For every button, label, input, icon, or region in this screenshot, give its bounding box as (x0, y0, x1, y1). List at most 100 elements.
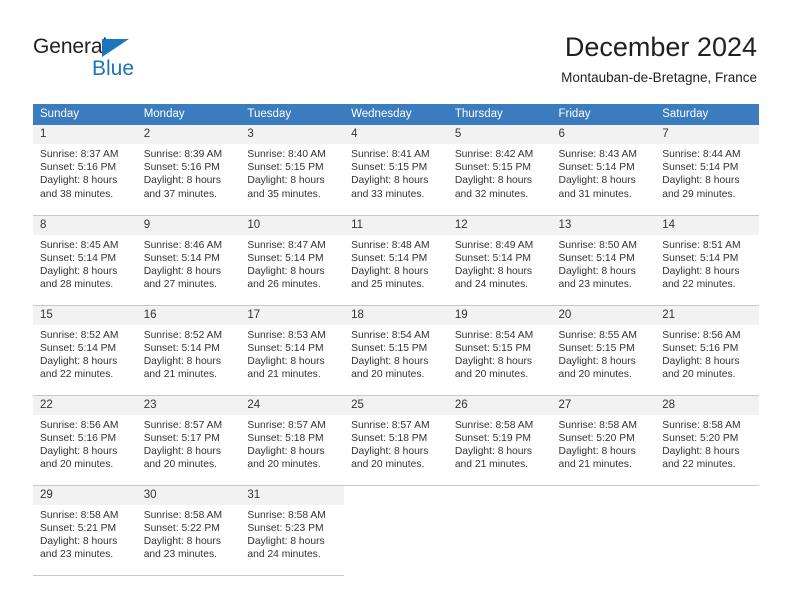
daylight-text-line2: and 24 minutes. (454, 279, 529, 291)
calendar-day-cell[interactable]: 2 Sunrise: 8:39 AM Sunset: 5:16 PM Daylight… (136, 125, 241, 216)
daylight-text-line2: and 37 minutes. (143, 188, 217, 200)
day-number: 9 (136, 215, 241, 235)
day-number: 1 (33, 125, 137, 144)
day-number: 24 (240, 395, 345, 415)
day-number: 27 (551, 395, 656, 415)
calendar-day-cell[interactable]: 8 Sunrise: 8:45 AM Sunset: 5:14 PM Daylight… (33, 215, 137, 306)
daylight-text-line2: and 20 minutes. (351, 459, 425, 471)
daylight-text-line2: and 31 minutes. (558, 188, 632, 200)
daylight-text-line2: and 38 minutes. (40, 188, 114, 200)
sunset-text: Sunset: 5:14 PM (662, 252, 739, 264)
daylight-text-line1: Daylight: 8 hours (40, 175, 118, 187)
sunrise-text: Sunrise: 8:57 AM (247, 419, 326, 431)
daylight-text-line1: Daylight: 8 hours (454, 445, 533, 457)
daylight-text-line1: Daylight: 8 hours (351, 445, 429, 457)
daylight-text-line1: Daylight: 8 hours (558, 355, 636, 367)
calendar-day-cell[interactable]: 20 Sunrise: 8:55 AM Sunset: 5:15 PM Dayligh… (551, 305, 656, 396)
daylight-text-line1: Daylight: 8 hours (247, 445, 325, 457)
calendar-day-cell[interactable]: 19 Sunrise: 8:54 AM Sunset: 5:15 PM Dayligh… (447, 305, 552, 396)
day-number: 20 (551, 305, 656, 325)
calendar-empty-cell (344, 485, 448, 575)
calendar-day-cell[interactable]: 16 Sunrise: 8:52 AM Sunset: 5:14 PM Dayligh… (136, 305, 241, 396)
calendar-day-cell[interactable]: 6 Sunrise: 8:43 AM Sunset: 5:14 PM Daylight… (551, 125, 656, 216)
sunset-text: Sunset: 5:21 PM (40, 522, 117, 534)
calendar-header-row: Sunday Monday Tuesday Wednesday Thursday… (33, 104, 759, 125)
sunrise-text: Sunrise: 8:58 AM (558, 419, 637, 431)
sunset-text: Sunset: 5:17 PM (143, 432, 220, 444)
sunset-text: Sunset: 5:20 PM (558, 432, 635, 444)
calendar-day-cell[interactable]: 12 Sunrise: 8:49 AM Sunset: 5:14 PM Dayligh… (447, 215, 552, 306)
day-info (344, 505, 448, 509)
weekday-header-wednesday: Wednesday (344, 104, 448, 125)
day-number: 31 (240, 485, 345, 505)
calendar-day-cell[interactable]: 22 Sunrise: 8:56 AM Sunset: 5:16 PM Dayligh… (33, 395, 137, 486)
calendar-page: General Blue December 2024 Montauban-de-… (0, 0, 792, 612)
day-number (344, 486, 448, 505)
calendar-day-cell[interactable]: 29 Sunrise: 8:58 AM Sunset: 5:21 PM Dayligh… (33, 485, 137, 576)
day-info: Sunrise: 8:58 AM Sunset: 5:19 PM Daylight:… (448, 415, 552, 472)
calendar-day-cell[interactable]: 5 Sunrise: 8:42 AM Sunset: 5:15 PM Daylight… (447, 125, 552, 216)
day-info (655, 505, 759, 509)
sunrise-text: Sunrise: 8:48 AM (351, 239, 430, 251)
calendar-day-cell[interactable]: 26 Sunrise: 8:58 AM Sunset: 5:19 PM Dayligh… (447, 395, 552, 486)
calendar-empty-cell (448, 485, 552, 575)
calendar-day-cell[interactable]: 10 Sunrise: 8:47 AM Sunset: 5:14 PM Dayligh… (240, 215, 345, 306)
daylight-text-line2: and 21 minutes. (143, 369, 217, 381)
day-info: Sunrise: 8:46 AM Sunset: 5:14 PM Daylight:… (137, 235, 241, 292)
day-number: 18 (344, 305, 448, 325)
sunset-text: Sunset: 5:14 PM (558, 252, 635, 264)
calendar-day-cell[interactable]: 13 Sunrise: 8:50 AM Sunset: 5:14 PM Dayligh… (551, 215, 656, 306)
brand-logo[interactable]: General Blue (33, 34, 163, 82)
calendar-day-cell[interactable]: 7 Sunrise: 8:44 AM Sunset: 5:14 PM Daylight… (655, 125, 759, 216)
calendar-day-cell[interactable]: 1 Sunrise: 8:37 AM Sunset: 5:16 PM Daylight… (33, 125, 137, 216)
daylight-text-line1: Daylight: 8 hours (351, 265, 429, 277)
calendar-day-cell[interactable]: 9 Sunrise: 8:46 AM Sunset: 5:14 PM Daylight… (136, 215, 241, 306)
day-info: Sunrise: 8:44 AM Sunset: 5:14 PM Daylight:… (655, 144, 759, 201)
day-number: 23 (136, 395, 241, 415)
day-number (655, 486, 759, 505)
calendar-empty-cell (552, 485, 656, 575)
day-info: Sunrise: 8:53 AM Sunset: 5:14 PM Daylight:… (240, 325, 344, 382)
sunset-text: Sunset: 5:14 PM (351, 252, 428, 264)
sunrise-text: Sunrise: 8:50 AM (558, 239, 637, 251)
calendar-empty-cell (655, 485, 759, 575)
calendar-day-cell[interactable]: 3 Sunrise: 8:40 AM Sunset: 5:15 PM Daylight… (240, 125, 345, 216)
day-number: 17 (240, 305, 345, 325)
day-info: Sunrise: 8:56 AM Sunset: 5:16 PM Daylight:… (33, 415, 137, 472)
sunrise-text: Sunrise: 8:44 AM (662, 149, 741, 160)
daylight-text-line1: Daylight: 8 hours (454, 175, 533, 187)
sunset-text: Sunset: 5:16 PM (40, 432, 117, 444)
daylight-text-line1: Daylight: 8 hours (143, 535, 221, 547)
daylight-text-line2: and 21 minutes. (454, 459, 529, 471)
calendar-day-cell[interactable]: 31 Sunrise: 8:58 AM Sunset: 5:23 PM Dayligh… (240, 485, 345, 576)
calendar-day-cell[interactable]: 14 Sunrise: 8:51 AM Sunset: 5:14 PM Dayligh… (655, 215, 759, 306)
day-number: 10 (240, 215, 345, 235)
daylight-text-line1: Daylight: 8 hours (247, 265, 325, 277)
calendar-day-cell[interactable]: 15 Sunrise: 8:52 AM Sunset: 5:14 PM Dayligh… (33, 305, 137, 396)
calendar-day-cell[interactable]: 18 Sunrise: 8:54 AM Sunset: 5:15 PM Dayligh… (344, 305, 448, 396)
calendar-week-row: 22 Sunrise: 8:56 AM Sunset: 5:16 PM Dayligh… (33, 395, 759, 486)
day-info: Sunrise: 8:58 AM Sunset: 5:20 PM Daylight:… (552, 415, 656, 472)
calendar-day-cell[interactable]: 17 Sunrise: 8:53 AM Sunset: 5:14 PM Dayligh… (240, 305, 345, 396)
daylight-text-line2: and 22 minutes. (662, 279, 736, 291)
weekday-header-sunday: Sunday (33, 104, 137, 125)
day-info: Sunrise: 8:52 AM Sunset: 5:14 PM Daylight:… (33, 325, 137, 382)
daylight-text-line1: Daylight: 8 hours (247, 175, 325, 187)
daylight-text-line2: and 21 minutes. (558, 459, 632, 471)
calendar-day-cell[interactable]: 11 Sunrise: 8:48 AM Sunset: 5:14 PM Dayligh… (344, 215, 448, 306)
calendar-day-cell[interactable]: 25 Sunrise: 8:57 AM Sunset: 5:18 PM Dayligh… (344, 395, 448, 486)
calendar-day-cell[interactable]: 4 Sunrise: 8:41 AM Sunset: 5:15 PM Daylight… (344, 125, 448, 216)
weekday-header-thursday: Thursday (447, 104, 552, 125)
calendar-day-cell[interactable]: 21 Sunrise: 8:56 AM Sunset: 5:16 PM Dayligh… (655, 305, 759, 396)
calendar-day-cell[interactable]: 27 Sunrise: 8:58 AM Sunset: 5:20 PM Dayligh… (551, 395, 656, 486)
day-number: 13 (551, 215, 656, 235)
calendar-day-cell[interactable]: 23 Sunrise: 8:57 AM Sunset: 5:17 PM Dayligh… (136, 395, 241, 486)
day-number: 28 (655, 395, 759, 415)
calendar-day-cell[interactable]: 28 Sunrise: 8:58 AM Sunset: 5:20 PM Dayligh… (655, 395, 759, 486)
daylight-text-line1: Daylight: 8 hours (143, 265, 221, 277)
calendar-day-cell[interactable]: 30 Sunrise: 8:58 AM Sunset: 5:22 PM Dayligh… (136, 485, 241, 576)
page-title: December 2024 (564, 32, 757, 62)
sunset-text: Sunset: 5:19 PM (454, 432, 531, 444)
sunrise-text: Sunrise: 8:52 AM (143, 329, 223, 341)
calendar-day-cell[interactable]: 24 Sunrise: 8:57 AM Sunset: 5:18 PM Dayligh… (240, 395, 345, 486)
